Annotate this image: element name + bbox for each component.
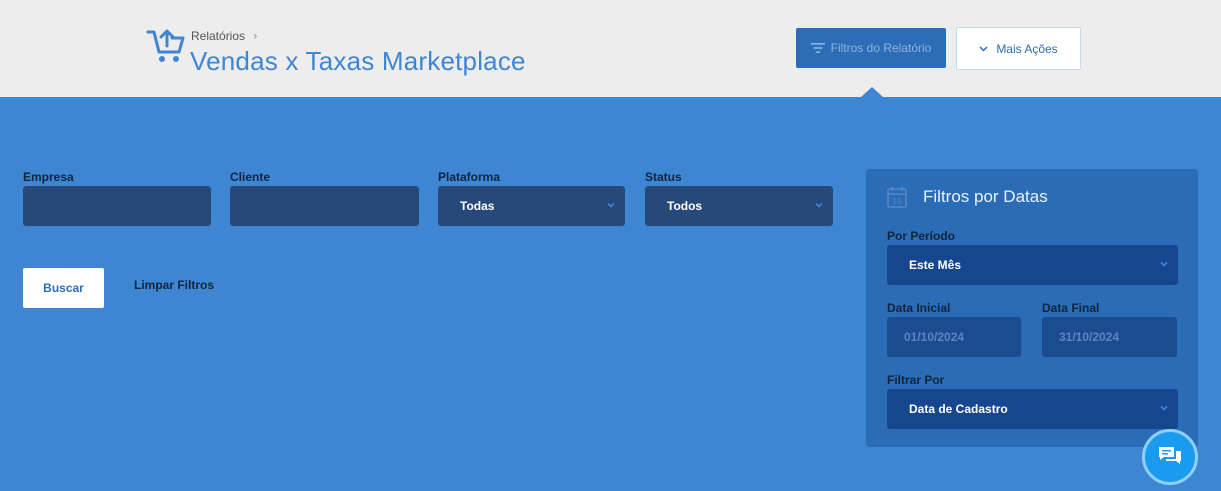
chevron-down-icon — [1160, 261, 1168, 267]
more-actions-button[interactable]: Mais Ações — [956, 27, 1081, 70]
header-bar: Relatórios › Vendas x Taxas Marketplace … — [0, 0, 1221, 97]
svg-text:15: 15 — [893, 197, 902, 206]
filter-by-select[interactable]: Data de Cadastro — [887, 389, 1178, 429]
plataforma-label: Plataforma — [438, 170, 501, 184]
end-date-label: Data Final — [1042, 301, 1100, 315]
status-select[interactable]: Todos — [645, 186, 833, 226]
empresa-label: Empresa — [23, 170, 74, 184]
date-filters-title: Filtros por Datas — [923, 187, 1048, 206]
start-date-input[interactable]: 01/10/2024 — [887, 317, 1021, 357]
cliente-label: Cliente — [230, 170, 271, 184]
plataforma-value: Todas — [460, 199, 495, 213]
search-button[interactable]: Buscar — [23, 268, 104, 308]
chevron-down-icon — [1160, 405, 1168, 411]
chevron-right-icon: › — [253, 28, 258, 43]
period-select[interactable]: Este Mês — [887, 245, 1178, 285]
empresa-input[interactable] — [23, 186, 211, 226]
report-filters-label: Filtros do Relatório — [830, 41, 932, 55]
status-value: Todos — [667, 199, 703, 213]
chevron-down-icon — [607, 202, 615, 208]
chevron-down-icon — [815, 202, 823, 208]
chat-icon — [1159, 447, 1181, 464]
filter-by-value: Data de Cadastro — [909, 402, 1008, 416]
status-label: Status — [645, 170, 682, 184]
page-title: Vendas x Taxas Marketplace — [190, 46, 526, 76]
end-date-input[interactable]: 31/10/2024 — [1042, 317, 1177, 357]
more-actions-label: Mais Ações — [996, 41, 1058, 56]
period-label: Por Período — [887, 229, 956, 243]
breadcrumb-link-relatorios[interactable]: Relatórios — [191, 29, 245, 43]
clear-filters-button[interactable]: Limpar Filtros — [134, 278, 214, 292]
plataforma-select[interactable]: Todas — [438, 186, 625, 226]
period-value: Este Mês — [909, 258, 962, 272]
breadcrumb: Relatórios › — [191, 28, 257, 43]
calendar-icon: 15 — [887, 186, 907, 208]
chat-button[interactable] — [1142, 429, 1198, 485]
chevron-down-icon — [979, 45, 988, 52]
filter-by-label: Filtrar Por — [887, 373, 945, 387]
filter-icon — [810, 43, 825, 53]
cliente-input[interactable] — [230, 186, 419, 226]
active-panel-pointer — [861, 87, 883, 97]
cart-upload-icon — [146, 29, 185, 62]
report-filters-button[interactable]: Filtros do Relatório — [796, 28, 946, 68]
start-date-label: Data Inicial — [887, 301, 951, 315]
